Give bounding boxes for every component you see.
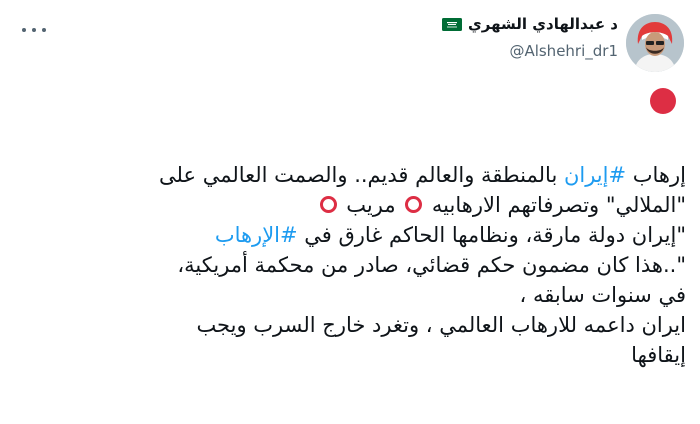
tweet-line: "الملالي" وتصرفاتهم الارهابيه مريب (28, 190, 686, 220)
tweet-line: "..هذا كان مضمون حكم قضائي، صادر من محكم… (177, 253, 686, 277)
more-dot-icon (22, 28, 26, 32)
more-dot-icon (32, 28, 36, 32)
more-dot-icon (42, 28, 46, 32)
tweet-line: ايران داعمه للارهاب العالمي ، وتغرد خارج… (196, 313, 686, 337)
profile-photo-icon (626, 14, 684, 72)
tweet-line: "إيران دولة مارقة، ونظامها الحاكم غارق ف… (28, 220, 686, 250)
tweet-line: إرهاب #إيران بالمنطقة والعالم قديم.. وال… (28, 160, 686, 190)
tweet-card: د عبدالهادي الشهري @Alshehri_dr1 إرهاب #… (0, 0, 700, 424)
tweet-text-segment: بالمنطقة والعالم قديم.. والصمت العالمي ع… (159, 163, 564, 187)
more-options-button[interactable] (22, 20, 46, 40)
hollow-red-circle-icon (405, 195, 423, 213)
tweet-line: إيقافها (631, 343, 686, 367)
tweet-text-segment: مريب (339, 193, 403, 217)
tweet-text-segment: إرهاب (626, 163, 686, 187)
tweet-text: إرهاب #إيران بالمنطقة والعالم قديم.. وال… (28, 160, 686, 370)
author-handle[interactable]: @Alshehri_dr1 (509, 42, 618, 60)
hashtag-link-iran[interactable]: #إيران (564, 163, 626, 187)
tweet-text-segment: "إيران دولة مارقة، ونظامها الحاكم غارق ف… (297, 223, 686, 247)
avatar[interactable] (626, 14, 684, 72)
author-display-name[interactable]: د عبدالهادي الشهري (468, 15, 618, 33)
author-name-row[interactable]: د عبدالهادي الشهري (442, 15, 618, 33)
tweet-text-segment: "الملالي" وتصرفاتهم الارهابيه (425, 193, 686, 217)
hollow-red-circle-icon (319, 195, 337, 213)
hashtag-link-terrorism[interactable]: #الإرهاب (215, 223, 298, 247)
red-circle-icon (650, 88, 676, 114)
tweet-line: في سنوات سابقه ، (519, 283, 686, 307)
saudi-flag-icon (442, 17, 463, 31)
